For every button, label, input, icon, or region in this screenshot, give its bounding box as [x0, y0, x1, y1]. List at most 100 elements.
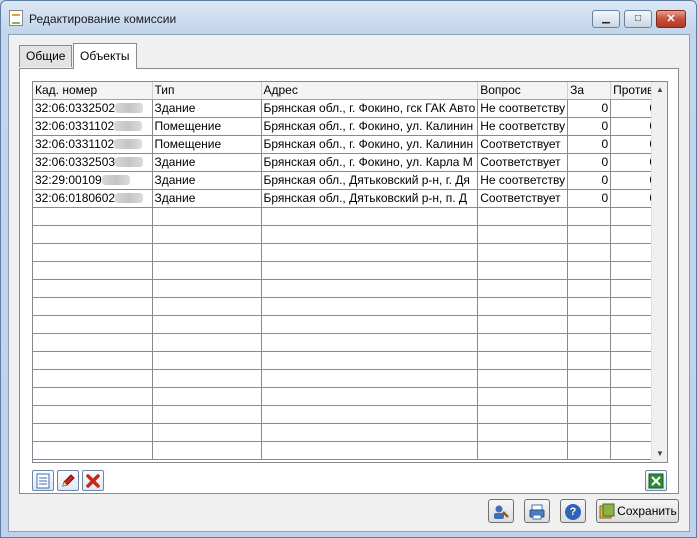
- empty-cell[interactable]: [261, 333, 479, 352]
- empty-cell[interactable]: [152, 387, 262, 406]
- export-excel-button[interactable]: [645, 470, 667, 491]
- empty-table-row[interactable]: [33, 369, 660, 388]
- cell-question[interactable]: Соответствует: [477, 135, 569, 154]
- empty-cell[interactable]: [152, 351, 262, 370]
- empty-cell[interactable]: [33, 243, 153, 262]
- empty-table-row[interactable]: [33, 261, 660, 280]
- empty-cell[interactable]: [152, 315, 262, 334]
- cell-kad-number[interactable]: 32:06:0331102: [33, 135, 153, 154]
- empty-table-row[interactable]: [33, 423, 660, 442]
- cell-kad-number[interactable]: 32:06:0332502: [33, 99, 153, 118]
- empty-table-row[interactable]: [33, 243, 660, 262]
- empty-cell[interactable]: [567, 225, 612, 244]
- empty-cell[interactable]: [477, 297, 569, 316]
- cell-question[interactable]: Не соответству: [477, 99, 569, 118]
- empty-cell[interactable]: [477, 225, 569, 244]
- cell-kad-number[interactable]: 32:06:0332503: [33, 153, 153, 172]
- cell-kad-number[interactable]: 32:06:0180602: [33, 189, 153, 208]
- column-header-type[interactable]: Тип: [152, 82, 262, 100]
- empty-cell[interactable]: [152, 333, 262, 352]
- empty-cell[interactable]: [33, 423, 153, 442]
- empty-table-row[interactable]: [33, 279, 660, 298]
- empty-cell[interactable]: [477, 261, 569, 280]
- empty-cell[interactable]: [477, 243, 569, 262]
- empty-table-row[interactable]: [33, 315, 660, 334]
- empty-cell[interactable]: [261, 207, 479, 226]
- cell-for[interactable]: 0: [567, 189, 612, 208]
- cell-for[interactable]: 0: [567, 171, 612, 190]
- empty-cell[interactable]: [261, 441, 479, 460]
- empty-cell[interactable]: [261, 225, 479, 244]
- empty-table-row[interactable]: [33, 333, 660, 352]
- cell-question[interactable]: Соответствует: [477, 153, 569, 172]
- empty-table-row[interactable]: [33, 405, 660, 424]
- empty-cell[interactable]: [152, 207, 262, 226]
- empty-cell[interactable]: [33, 297, 153, 316]
- empty-cell[interactable]: [152, 243, 262, 262]
- empty-table-row[interactable]: [33, 297, 660, 316]
- empty-cell[interactable]: [477, 369, 569, 388]
- empty-cell[interactable]: [477, 207, 569, 226]
- objects-grid[interactable]: Кад. номер Тип Адрес Вопрос За Против 32…: [32, 81, 668, 463]
- empty-table-row[interactable]: [33, 225, 660, 244]
- tab-objects[interactable]: Объекты: [73, 43, 137, 69]
- cell-question[interactable]: Не соответству: [477, 171, 569, 190]
- cell-type[interactable]: Здание: [152, 153, 262, 172]
- cell-for[interactable]: 0: [567, 153, 612, 172]
- empty-table-row[interactable]: [33, 351, 660, 370]
- column-header-for[interactable]: За: [567, 82, 612, 100]
- empty-cell[interactable]: [261, 315, 479, 334]
- cell-address[interactable]: Брянская обл., г. Фокино, гск ГАК Авто: [261, 99, 479, 118]
- cell-address[interactable]: Брянская обл., г. Фокино, ул. Карла М: [261, 153, 479, 172]
- close-button[interactable]: ✕: [656, 10, 686, 28]
- empty-cell[interactable]: [261, 279, 479, 298]
- empty-cell[interactable]: [261, 243, 479, 262]
- table-row[interactable]: 32:06:0332503 Здание Брянская обл., г. Фок…: [33, 153, 660, 172]
- empty-cell[interactable]: [33, 207, 153, 226]
- empty-cell[interactable]: [33, 369, 153, 388]
- empty-cell[interactable]: [567, 387, 612, 406]
- cell-type[interactable]: Помещение: [152, 135, 262, 154]
- empty-cell[interactable]: [152, 423, 262, 442]
- empty-table-row[interactable]: [33, 207, 660, 226]
- table-row[interactable]: 32:29:00109 Здание Брянская обл., Дятьковс…: [33, 171, 660, 190]
- empty-table-row[interactable]: [33, 387, 660, 406]
- cell-address[interactable]: Брянская обл., Дятьковский р-н, г. Дя: [261, 171, 479, 190]
- empty-cell[interactable]: [33, 405, 153, 424]
- empty-cell[interactable]: [477, 351, 569, 370]
- table-row[interactable]: 32:06:0180602 Здание Брянская обл., Дятько…: [33, 189, 660, 208]
- cell-kad-number[interactable]: 32:06:0331102: [33, 117, 153, 136]
- empty-cell[interactable]: [152, 279, 262, 298]
- empty-cell[interactable]: [33, 279, 153, 298]
- empty-cell[interactable]: [567, 423, 612, 442]
- cell-question[interactable]: Соответствует: [477, 189, 569, 208]
- empty-cell[interactable]: [567, 351, 612, 370]
- empty-cell[interactable]: [152, 441, 262, 460]
- empty-cell[interactable]: [567, 279, 612, 298]
- empty-cell[interactable]: [477, 315, 569, 334]
- empty-cell[interactable]: [567, 243, 612, 262]
- cell-address[interactable]: Брянская обл., г. Фокино, ул. Калинин: [261, 117, 479, 136]
- scroll-down-arrow-icon[interactable]: ▼: [652, 446, 667, 462]
- empty-cell[interactable]: [567, 261, 612, 280]
- empty-cell[interactable]: [567, 333, 612, 352]
- empty-cell[interactable]: [152, 405, 262, 424]
- empty-cell[interactable]: [261, 351, 479, 370]
- scroll-up-arrow-icon[interactable]: ▲: [652, 82, 667, 98]
- empty-cell[interactable]: [33, 315, 153, 334]
- empty-cell[interactable]: [567, 297, 612, 316]
- delete-object-button[interactable]: [82, 470, 104, 491]
- empty-cell[interactable]: [261, 387, 479, 406]
- save-button[interactable]: Сохранить: [596, 499, 679, 523]
- empty-cell[interactable]: [477, 333, 569, 352]
- cell-kad-number[interactable]: 32:29:00109: [33, 171, 153, 190]
- minimize-button[interactable]: ▁: [592, 10, 620, 28]
- maximize-button[interactable]: □: [624, 10, 652, 28]
- empty-cell[interactable]: [152, 297, 262, 316]
- cell-for[interactable]: 0: [567, 99, 612, 118]
- cell-address[interactable]: Брянская обл., Дятьковский р-н, п. Д: [261, 189, 479, 208]
- empty-cell[interactable]: [477, 441, 569, 460]
- empty-table-row[interactable]: [33, 441, 660, 460]
- empty-cell[interactable]: [33, 225, 153, 244]
- help-button[interactable]: ?: [560, 499, 586, 523]
